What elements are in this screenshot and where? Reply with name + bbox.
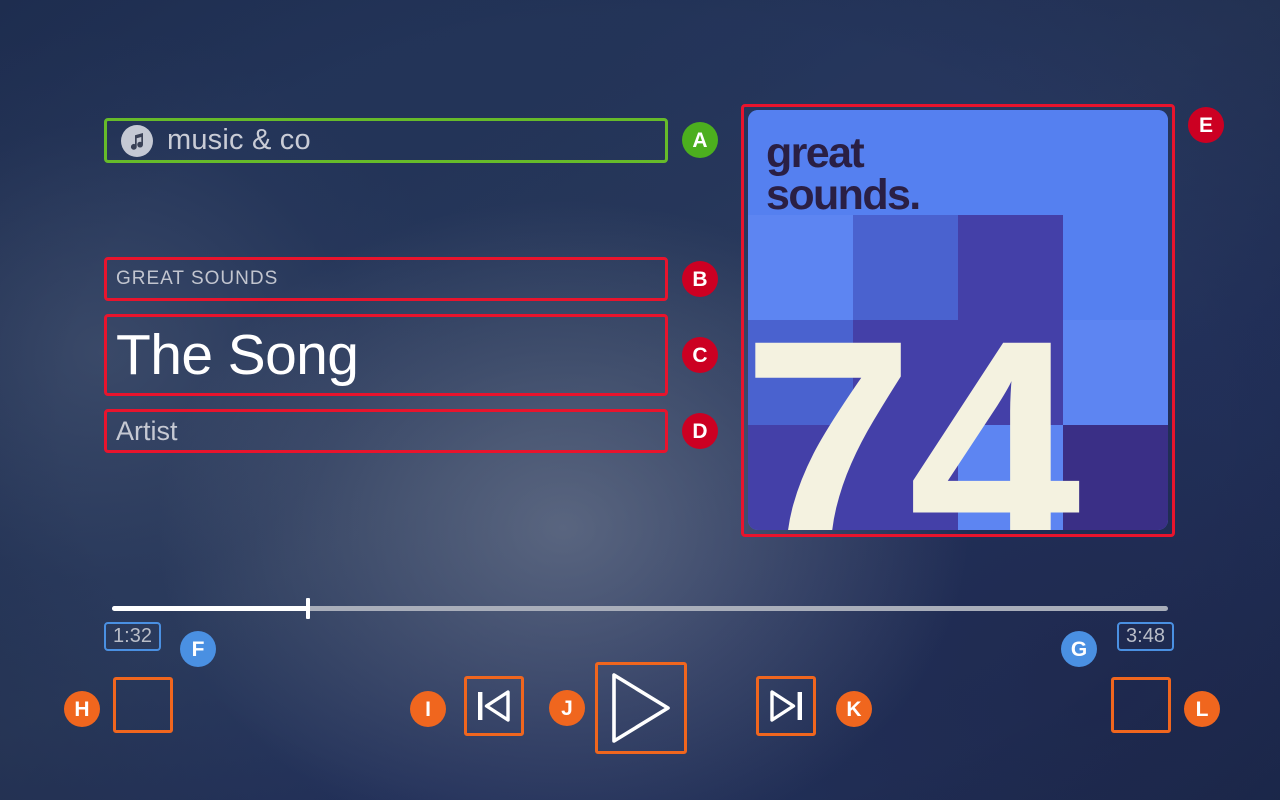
annotation-box-h [113, 677, 173, 733]
annotation-box-c [104, 314, 668, 396]
annotation-badge-d: D [682, 413, 718, 449]
annotation-box-f [104, 622, 161, 651]
progress-bar-track[interactable] [112, 598, 1168, 619]
progress-bar-thumb[interactable] [306, 598, 311, 619]
annotation-badge-f: F [180, 631, 216, 667]
annotation-box-g [1117, 622, 1174, 651]
annotation-box-k [756, 676, 816, 736]
music-player-screen: music & co A GREAT SOUNDS B The Song C A… [0, 0, 1280, 800]
annotation-box-d [104, 409, 668, 453]
annotation-badge-k: K [836, 691, 872, 727]
annotation-badge-j: J [549, 690, 585, 726]
annotation-box-b [104, 257, 668, 301]
annotation-badge-a: A [682, 122, 718, 158]
annotation-badge-h: H [64, 691, 100, 727]
annotation-badge-b: B [682, 261, 718, 297]
annotation-badge-e: E [1188, 107, 1224, 143]
annotation-box-l [1111, 677, 1171, 733]
annotation-badge-g: G [1061, 631, 1097, 667]
annotation-box-e [741, 104, 1175, 537]
annotation-box-a [104, 118, 668, 163]
annotation-badge-i: I [410, 691, 446, 727]
progress-bar-fill [112, 606, 309, 611]
annotation-box-j [595, 662, 687, 754]
annotation-badge-c: C [682, 337, 718, 373]
annotation-box-i [464, 676, 524, 736]
annotation-badge-l: L [1184, 691, 1220, 727]
